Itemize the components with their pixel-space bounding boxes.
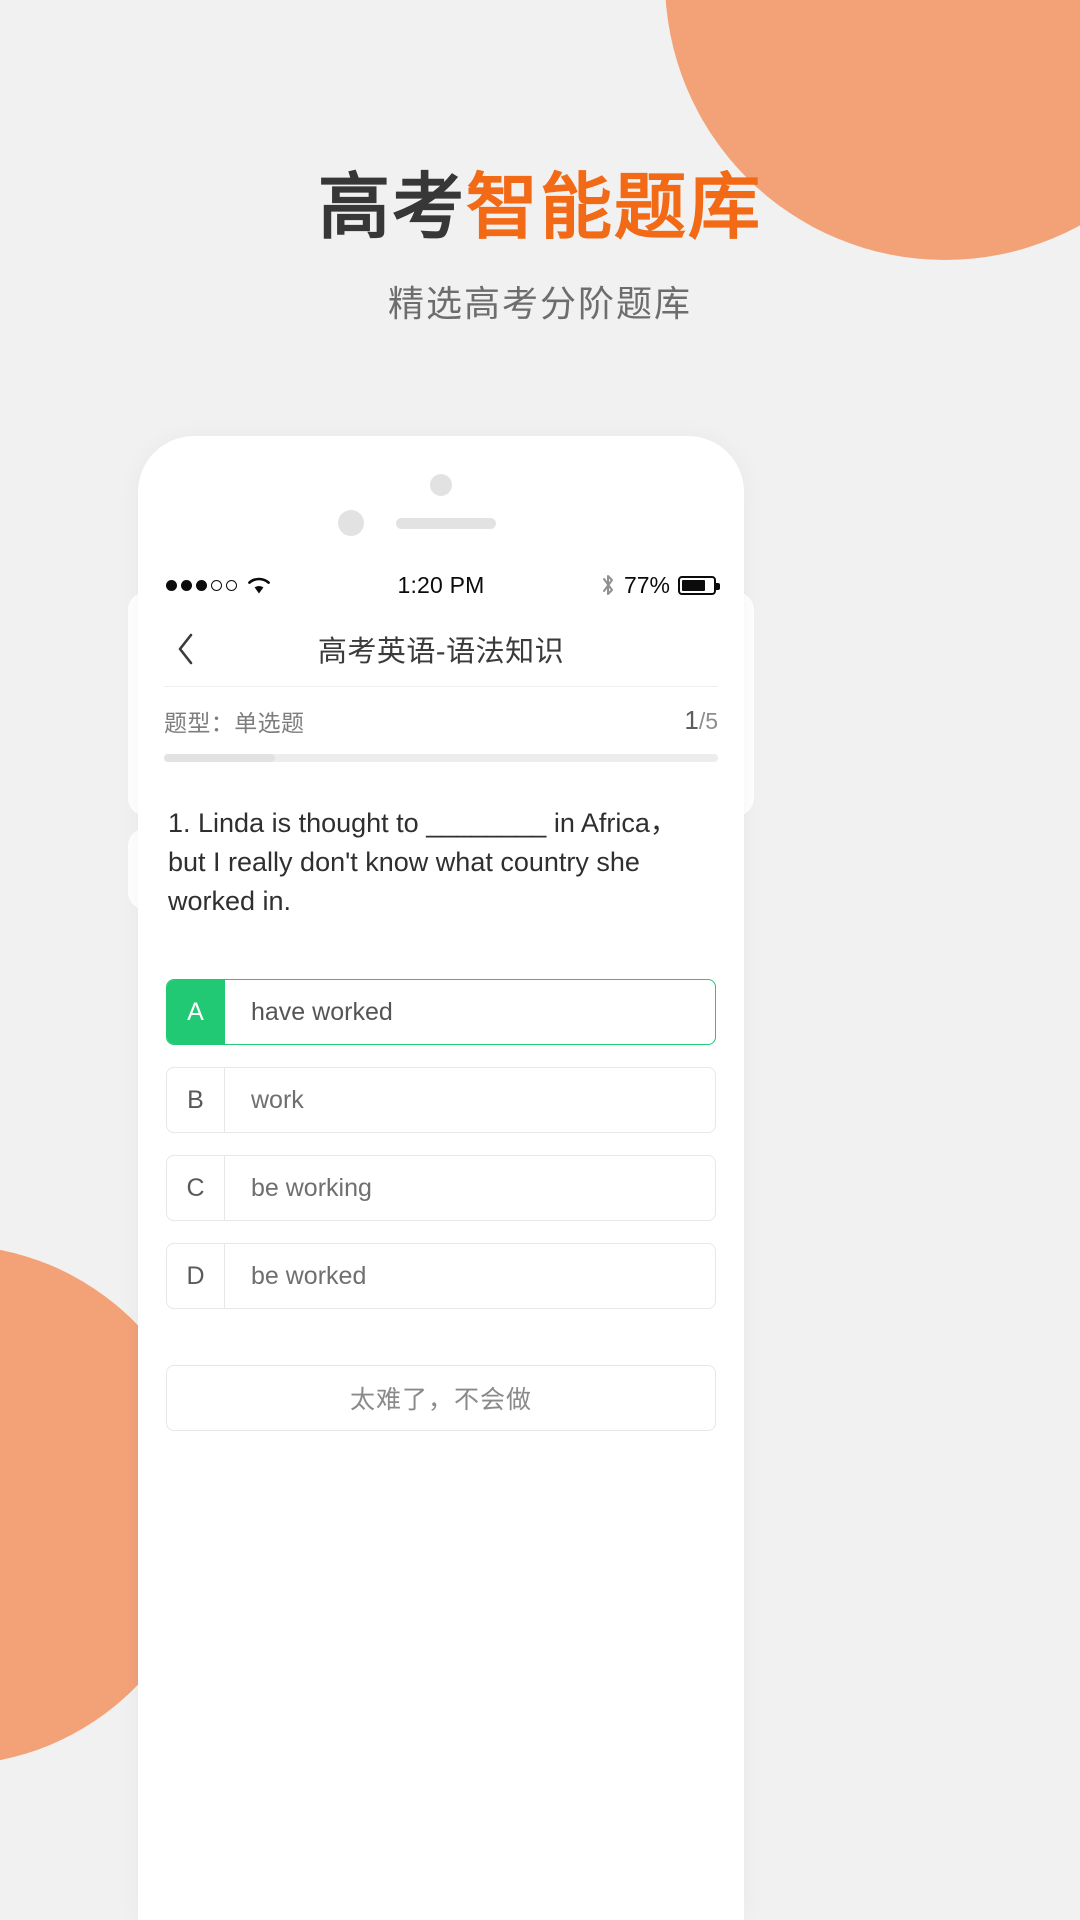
option-b-letter: B xyxy=(167,1068,225,1133)
question-counter-total: /5 xyxy=(698,708,718,734)
question-type-label: 题型：单选题 xyxy=(164,709,305,736)
question-meta-row: 题型：单选题 1/5 xyxy=(164,686,718,754)
progress-bar xyxy=(164,754,718,762)
page-title-part-one: 高考 xyxy=(317,168,466,248)
battery-icon xyxy=(678,575,720,595)
option-b-text: work xyxy=(251,1085,304,1114)
option-a-text: have worked xyxy=(251,997,393,1026)
question-counter: 1/5 xyxy=(684,705,718,736)
status-bar: 1:20 PM 77% xyxy=(138,558,744,612)
front-sensor-dot-icon xyxy=(430,474,452,496)
option-d-letter: D xyxy=(167,1244,225,1309)
option-d[interactable]: D be worked xyxy=(166,1243,716,1310)
phone-hardware-top xyxy=(138,436,744,558)
question-text: 1. Linda is thought to ________ in Afric… xyxy=(168,808,677,917)
options-list: A have worked B work C be working D be w… xyxy=(166,979,716,1310)
option-b[interactable]: B work xyxy=(166,1067,716,1134)
front-camera-icon xyxy=(338,510,364,536)
page-title: 高考智能题库 xyxy=(0,172,1080,244)
earpiece-speaker-icon xyxy=(396,518,496,529)
page-subtitle: 精选高考分阶题库 xyxy=(387,283,692,324)
option-d-text: be worked xyxy=(251,1261,367,1290)
option-c-text: be working xyxy=(251,1173,372,1202)
status-bar-time: 1:20 PM xyxy=(397,571,485,598)
option-a-letter: A xyxy=(167,980,225,1045)
phone-mockup: 1:20 PM 77% 高考英语-语法知识 题型：单选题 1/5 1. Lind… xyxy=(138,436,744,1920)
too-hard-button[interactable]: 太难了，不会做 xyxy=(166,1365,716,1432)
question-counter-current: 1 xyxy=(684,705,699,735)
progress-bar-fill xyxy=(164,754,275,762)
nav-title: 高考英语-语法知识 xyxy=(317,636,565,668)
option-c-letter: C xyxy=(167,1156,225,1221)
promo-header: 高考智能题库 精选高考分阶题库 xyxy=(0,172,1080,322)
option-c[interactable]: C be working xyxy=(166,1155,716,1222)
option-a[interactable]: A have worked xyxy=(166,979,716,1046)
nav-bar: 高考英语-语法知识 xyxy=(138,612,744,686)
page-title-part-two: 智能题库 xyxy=(466,168,763,248)
